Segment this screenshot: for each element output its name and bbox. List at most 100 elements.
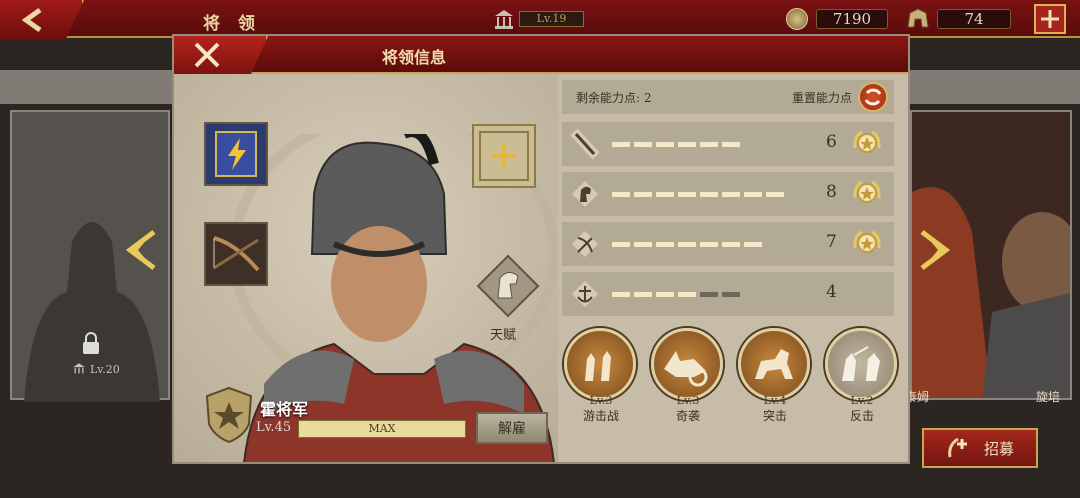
stat-segment-filled	[634, 142, 652, 147]
add-resource-button[interactable]	[1034, 4, 1066, 34]
back-arrow-icon	[21, 8, 42, 32]
plus-icon	[1041, 10, 1059, 28]
star-medal-icon[interactable]	[850, 128, 884, 160]
cavalry-charge-icon	[755, 349, 793, 379]
stat-segment-filled	[656, 192, 674, 197]
coin-resource: 7190	[786, 7, 888, 31]
top-bar: 将 领 Lv.19 7190 74	[0, 0, 1080, 40]
lock-icon	[80, 332, 102, 360]
stat-segment-filled	[656, 292, 674, 297]
stat-segment-filled	[722, 142, 740, 147]
anchor-icon	[572, 281, 598, 307]
reset-label: 重置能力点	[792, 91, 853, 105]
troop-value: 74	[937, 9, 1011, 29]
coin-icon	[786, 8, 808, 30]
remaining-points-value: 2	[643, 91, 652, 105]
star-medal-icon[interactable]	[850, 178, 884, 210]
stat-segment-filled	[678, 242, 696, 247]
helmet-icon	[907, 8, 929, 28]
chariot-icon	[664, 351, 708, 387]
back-button[interactable]	[0, 0, 84, 40]
stat-row-ranged: 7	[562, 222, 894, 266]
temple-icon	[495, 10, 513, 29]
next-general-arrow[interactable]	[918, 228, 952, 276]
skill-name: 奇袭	[675, 409, 700, 423]
plus-icon	[479, 131, 529, 181]
stat-segment-filled	[700, 142, 718, 147]
stat-segment-filled	[656, 142, 674, 147]
horse-icon	[572, 181, 598, 207]
crossbow-icon	[572, 231, 598, 257]
skill-icon	[825, 328, 897, 400]
general-level: Lv.45	[256, 420, 292, 435]
banner-item-slot[interactable]	[204, 122, 268, 186]
remaining-points: 剩余能力点: 2	[576, 89, 652, 106]
star-medal-icon[interactable]	[850, 228, 884, 260]
general-name: 霍将军	[260, 400, 309, 419]
talent-label: 天赋	[490, 328, 517, 343]
exp-bar: MAX	[298, 420, 466, 438]
stat-segment-filled	[678, 192, 696, 197]
stat-segment-filled	[612, 142, 630, 147]
stat-bar	[612, 292, 740, 297]
skill-assault[interactable]: Lv.4 突击	[738, 328, 812, 424]
stat-segment-filled	[634, 292, 652, 297]
stat-segment-filled	[612, 242, 630, 247]
stat-segment-filled	[612, 292, 630, 297]
horse-talent-icon	[476, 254, 540, 318]
fighting-soldiers-icon	[842, 346, 880, 381]
skill-name: 突击	[762, 409, 787, 423]
castle-level: Lv.19	[493, 7, 584, 31]
page-title: 将 领	[203, 14, 261, 34]
level-value: Lv.19	[519, 11, 584, 27]
dismiss-button[interactable]: 解雇	[476, 412, 548, 444]
portrait-panel: 天赋 霍将军 Lv.45 MAX 解雇	[174, 74, 558, 462]
stat-segment-filled	[678, 292, 696, 297]
stat-value: 6	[826, 132, 837, 152]
soldiers-icon	[585, 351, 611, 381]
stat-segment-filled	[612, 192, 630, 197]
skill-icon	[564, 328, 636, 400]
stat-bar	[612, 192, 784, 197]
crossbow-icon	[213, 236, 260, 272]
stat-value: 4	[826, 282, 837, 302]
talent-button[interactable]	[476, 254, 540, 318]
close-icon	[194, 42, 220, 68]
crossbow-item-slot[interactable]	[204, 222, 268, 286]
close-button[interactable]	[174, 36, 268, 74]
stat-segment-filled	[634, 242, 652, 247]
stat-segment-empty	[700, 292, 718, 297]
general-info-dialog: 将领信息 天赋 霍将军 Lv.45 MAX 解雇 剩余能力点: 2 重置能力点 …	[172, 34, 910, 464]
skill-icon	[738, 328, 810, 400]
stat-segment-filled	[744, 242, 762, 247]
dialog-title: 将领信息	[381, 48, 446, 67]
stat-segment-filled	[700, 242, 718, 247]
stat-value: 8	[826, 182, 837, 202]
locked-level: Lv.20	[72, 362, 120, 376]
prev-general-arrow[interactable]	[124, 228, 158, 276]
sword-icon	[570, 128, 600, 160]
stat-segment-filled	[722, 242, 740, 247]
skill-name: 游击战	[582, 409, 619, 423]
dialog-header: 将领信息	[174, 36, 908, 74]
recruit-button[interactable]: 招募	[922, 428, 1038, 468]
chevron-right-icon	[920, 230, 951, 270]
stat-value: 7	[826, 232, 837, 252]
stat-segment-filled	[678, 142, 696, 147]
rank-shield-icon	[204, 386, 254, 448]
skill-guerrilla[interactable]: Lv.3 游击战	[564, 328, 638, 424]
troop-resource: 74	[905, 7, 1011, 31]
chevron-left-icon	[125, 230, 156, 270]
skill-icon	[651, 328, 723, 400]
stat-bar	[612, 142, 740, 147]
stat-bar	[612, 242, 762, 247]
reset-points-button[interactable]	[858, 82, 888, 112]
refresh-icon	[864, 88, 882, 106]
empty-item-slot[interactable]	[472, 124, 536, 188]
laurel-plus-icon	[948, 437, 967, 458]
skill-counter[interactable]: Lv.2 反击	[825, 328, 899, 424]
stat-row-navy: 4	[562, 272, 894, 316]
skill-ambush[interactable]: Lv.3 奇袭	[651, 328, 725, 424]
ability-points-header: 剩余能力点: 2 重置能力点	[562, 80, 894, 114]
coin-value: 7190	[816, 9, 888, 29]
